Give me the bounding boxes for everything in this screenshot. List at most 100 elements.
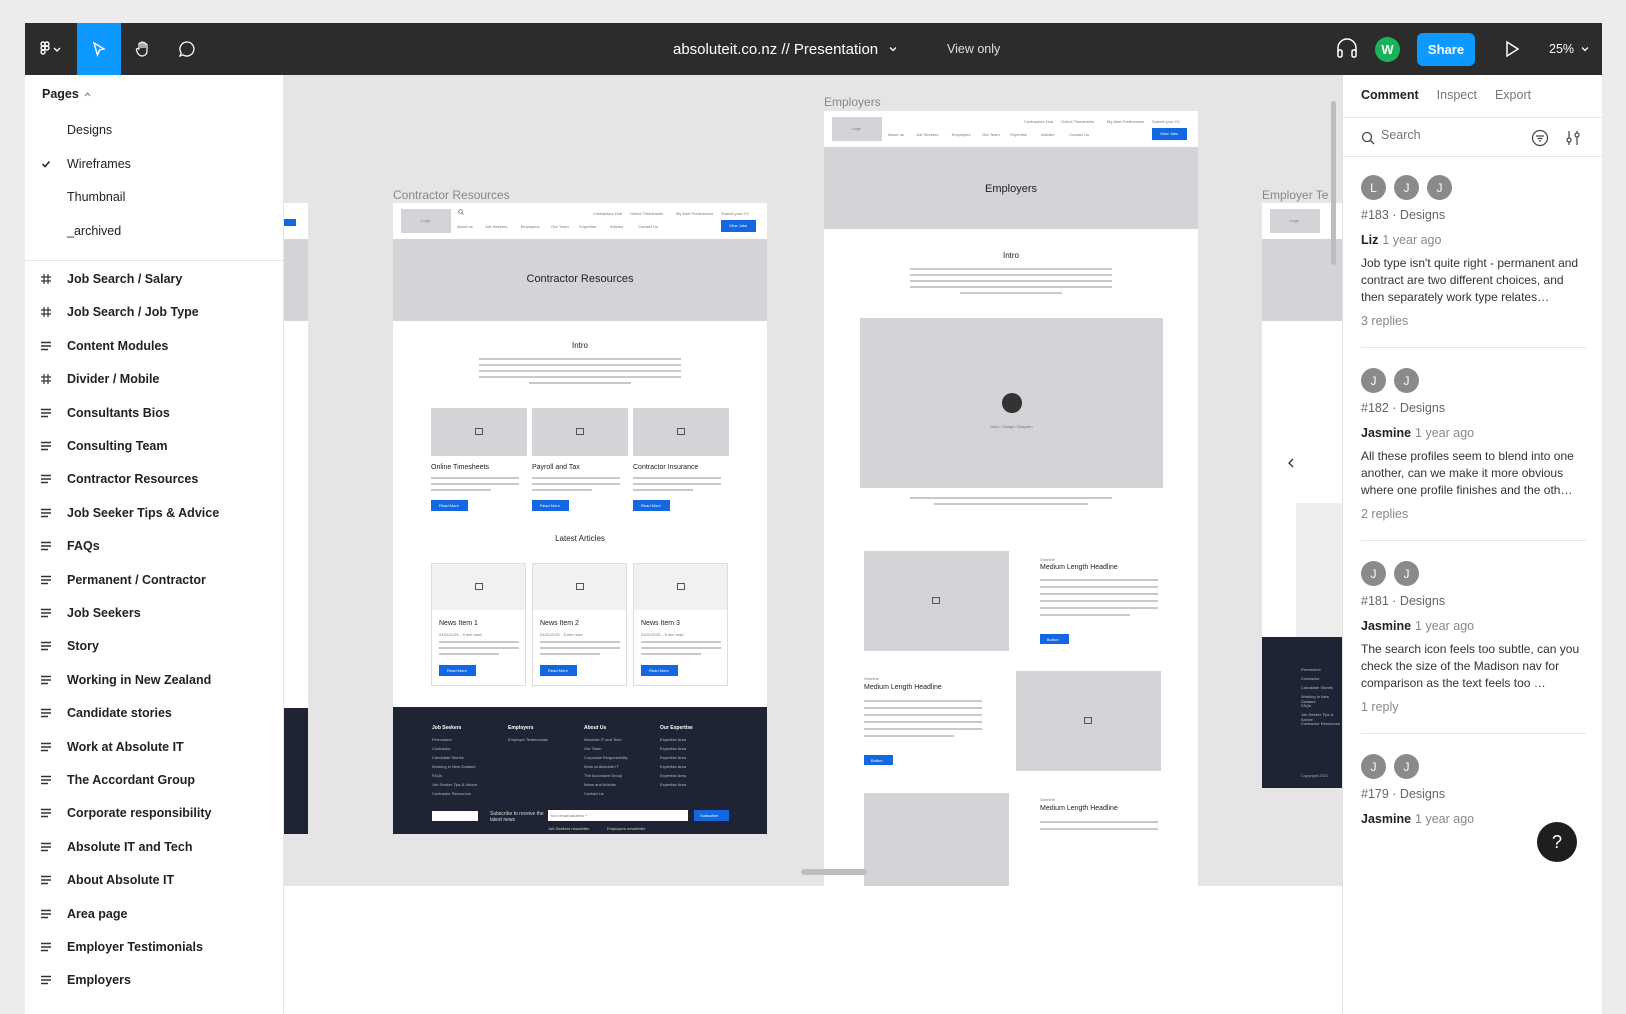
layer-item[interactable]: Content Modules <box>25 329 283 363</box>
canvas[interactable]: Contractor Resources Logo Contractors Hu… <box>284 75 1342 886</box>
wf-main-nav-link: Contact Us <box>638 224 658 229</box>
wf-footer-link: FAQs <box>432 773 443 778</box>
layer-item[interactable]: Employer Testimonials <box>25 930 283 964</box>
layer-item[interactable]: Working in New Zealand <box>25 663 283 697</box>
frame-left-partial[interactable] <box>284 203 308 834</box>
wf-news-title: News Item 2 <box>540 620 579 627</box>
layer-item[interactable]: Permanent / Contractor <box>25 563 283 597</box>
wf-card-line <box>532 489 592 491</box>
page-item-wireframes[interactable]: Wireframes <box>25 147 283 181</box>
layer-item[interactable]: Employers <box>25 963 283 997</box>
tab-export[interactable]: Export <box>1495 88 1531 102</box>
comment-replies-link[interactable]: 3 replies <box>1361 314 1408 328</box>
layer-item[interactable]: Job Seeker Tips & Advice <box>25 496 283 530</box>
layer-item-label: Area page <box>67 906 128 921</box>
wf-main-nav-link: Job Seekers <box>485 224 508 229</box>
comment-replies-link[interactable]: 1 reply <box>1361 700 1399 714</box>
layer-item[interactable]: Work at Absolute IT <box>25 730 283 764</box>
wf-intro-line <box>910 286 1112 288</box>
chevron-left-icon[interactable] <box>1287 458 1295 468</box>
thread-avatars: LJJ <box>1361 175 1452 200</box>
pages-header[interactable]: Pages <box>42 87 92 101</box>
frame-label-contractor[interactable]: Contractor Resources <box>393 188 510 202</box>
layer-item[interactable]: Job Seekers <box>25 596 283 630</box>
wf-footer-link: Expertise Area <box>660 755 687 760</box>
wf-top-nav-link: Online Timesheets <box>1061 119 1095 124</box>
wf-newsletter-check: Job Seekers newsletter <box>548 826 590 831</box>
frame-employers[interactable]: Logo Contractors Hub Online Timesheets My … <box>824 111 1198 886</box>
layer-item[interactable]: About Absolute IT <box>25 863 283 897</box>
layout-icon <box>25 473 67 485</box>
vertical-scrollbar[interactable] <box>1331 101 1336 265</box>
comment-tool-button[interactable] <box>165 23 209 75</box>
layer-item[interactable]: Job Search / Job Type <box>25 295 283 329</box>
search-icon <box>458 209 464 215</box>
main-menu-button[interactable] <box>25 23 77 75</box>
settings-sliders-icon[interactable] <box>1565 129 1581 147</box>
comment-body: The search icon feels too subtle, can yo… <box>1361 642 1580 690</box>
wf-footer-link: Job Seeker Tips & Advice <box>432 782 478 787</box>
comment-thread[interactable]: L J J #183 · Designs Liz 1 year ago Job type i… <box>1343 175 1602 375</box>
help-button[interactable]: ? <box>1537 822 1577 862</box>
move-tool-button[interactable] <box>77 23 121 75</box>
wf-read-more-button: Read More <box>532 500 569 511</box>
horizontal-scrollbar[interactable] <box>801 869 867 875</box>
layer-item[interactable]: Consulting Team <box>25 429 283 463</box>
layer-item[interactable]: FAQs <box>25 529 283 563</box>
layer-item[interactable]: Area page <box>25 897 283 931</box>
layer-item[interactable]: Absolute IT and Tech <box>25 830 283 864</box>
wf-intro-line <box>960 292 1062 294</box>
layer-item[interactable]: The Accordant Group <box>25 763 283 797</box>
wf-main-nav-link: About us <box>888 132 904 137</box>
wf-main-nav-link: Expertise <box>579 224 597 229</box>
wf-news-line <box>641 647 721 649</box>
comment-author-name: Jasmine <box>1361 812 1412 826</box>
comment-thread[interactable]: J J #181 · Designs Jasmine 1 year ago The sea… <box>1343 561 1602 761</box>
page-item--archived[interactable]: _archived <box>25 214 283 248</box>
tab-comment[interactable]: Comment <box>1361 88 1419 102</box>
comment-search-input[interactable] <box>1381 128 1531 142</box>
thread-avatars: JJ <box>1361 754 1419 779</box>
frame-employer-testimonials[interactable]: Logo Permanent Contractor Candidate Storie… <box>1262 203 1342 788</box>
wf-intro-line <box>910 280 1112 282</box>
wf-caption-line <box>910 497 1112 499</box>
frame-label-employer-testimonials[interactable]: Employer Te <box>1262 188 1328 202</box>
layout-icon <box>25 707 67 719</box>
comment-thread[interactable]: J J #182 · Designs Jasmine 1 year ago All the… <box>1343 368 1602 568</box>
tab-inspect[interactable]: Inspect <box>1437 88 1477 102</box>
wf-top-nav-link: Submit your CV <box>1152 119 1181 124</box>
layer-item[interactable]: Candidate stories <box>25 696 283 730</box>
share-button[interactable]: Share <box>1417 33 1475 66</box>
layer-item[interactable]: Contractor Resources <box>25 462 283 496</box>
layer-item[interactable]: Story <box>25 629 283 663</box>
image-icon <box>576 428 584 435</box>
hand-icon <box>135 41 148 57</box>
cursor-icon <box>92 41 106 57</box>
zoom-dropdown[interactable]: 25% <box>1549 23 1590 75</box>
wf-text-line <box>864 728 982 730</box>
page-item-designs[interactable]: Designs <box>25 113 283 147</box>
user-avatar[interactable]: W <box>1375 37 1400 62</box>
layer-item[interactable]: Consultants Bios <box>25 396 283 430</box>
filter-icon[interactable] <box>1531 129 1549 147</box>
layout-icon <box>25 908 67 920</box>
layer-item[interactable]: Corporate responsibility <box>25 796 283 830</box>
audio-button[interactable] <box>1335 37 1359 64</box>
frame-contractor-resources[interactable]: Logo Contractors Hub Online Timesheets My … <box>393 203 767 834</box>
present-button[interactable] <box>1503 39 1521 64</box>
file-title[interactable]: absoluteit.co.nz // Presentation <box>673 23 898 75</box>
image-icon <box>677 428 685 435</box>
comment-replies-link[interactable]: 2 replies <box>1361 507 1408 521</box>
image-icon <box>475 428 483 435</box>
layer-item[interactable]: Job Search / Salary <box>25 262 283 296</box>
layer-item-label: Working in New Zealand <box>67 672 212 687</box>
page-item-thumbnail[interactable]: Thumbnail <box>25 180 283 214</box>
figma-window: absoluteit.co.nz // Presentation View on… <box>25 23 1602 1014</box>
commenter-avatar: J <box>1394 368 1419 393</box>
wf-card-line <box>532 483 620 485</box>
wf-news-meta: 01/01/2021 - 5 min read <box>439 632 482 637</box>
hand-tool-button[interactable] <box>121 23 165 75</box>
layer-item[interactable]: Divider / Mobile <box>25 362 283 396</box>
wf-main-nav-link: Expertise <box>1010 132 1028 137</box>
frame-label-employers[interactable]: Employers <box>824 95 881 109</box>
